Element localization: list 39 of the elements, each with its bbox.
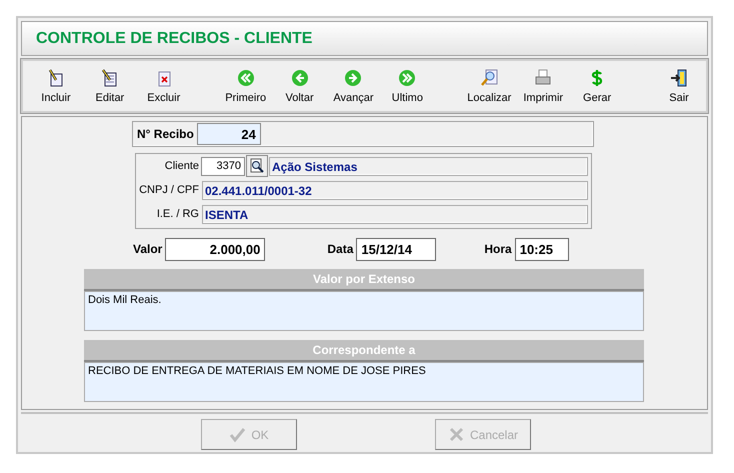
printer-icon [534, 68, 552, 86]
time-label: Hora [484, 242, 512, 256]
memo-field[interactable]: Dois Mil Reais. [84, 291, 644, 331]
ie-label: I.E. / RG [156, 208, 199, 220]
memo-field[interactable]: RECIBO DE ENTREGA DE MATERIAIS EM NOME DE JOSE PIRES [84, 362, 644, 402]
amount-field[interactable]: 2.000,00 [165, 238, 266, 260]
check-icon [229, 426, 246, 443]
toolbar-button[interactable]: Sair [652, 68, 706, 104]
date-label: Data [327, 242, 354, 256]
toolbar-button[interactable]: Avançar [326, 68, 380, 104]
document-field: 02.441.011/0001-32 [202, 180, 588, 200]
date-field[interactable]: 15/12/14 [356, 238, 436, 260]
toolbar-button[interactable]: Editar [82, 68, 137, 104]
ie-field: ISENTA [202, 204, 588, 224]
toolbar-button[interactable]: Localizar [462, 68, 516, 104]
toolbar-button[interactable]: Gerar [570, 68, 624, 104]
toolbar-button[interactable]: Imprimir [516, 68, 570, 104]
client-code-field[interactable]: 3370 [201, 156, 245, 176]
receipt-label: N° Recibo [137, 127, 194, 141]
client-name-field: Ação Sistemas [269, 156, 588, 176]
memo-header: Correspondente a [84, 340, 644, 362]
toolbar-button[interactable]: Primeiro [218, 68, 273, 104]
window-title: CONTROLE DE RECIBOS - CLIENTE [36, 30, 312, 48]
toolbar-button[interactable]: Voltar [272, 68, 327, 104]
toolbar-button[interactable]: Incluir [29, 68, 83, 104]
receipt-number-field[interactable]: 24 [196, 123, 261, 145]
exit-door-icon [670, 68, 688, 86]
document-pencil-icon [100, 68, 119, 86]
time-field[interactable]: 10:25 [514, 238, 569, 260]
client-label: Cliente [164, 160, 199, 172]
amount-label: Valor [133, 242, 162, 256]
toolbar-button[interactable]: Excluir [136, 68, 191, 104]
lookup-button[interactable] [246, 155, 268, 177]
toolbar-button[interactable]: Ultimo [380, 68, 434, 104]
magnifier-icon [480, 68, 498, 86]
x-icon [448, 426, 465, 443]
document-pencil-icon [46, 68, 65, 86]
memo-header: Valor por Extenso [84, 269, 644, 291]
document-label: CNPJ / CPF [139, 184, 199, 196]
